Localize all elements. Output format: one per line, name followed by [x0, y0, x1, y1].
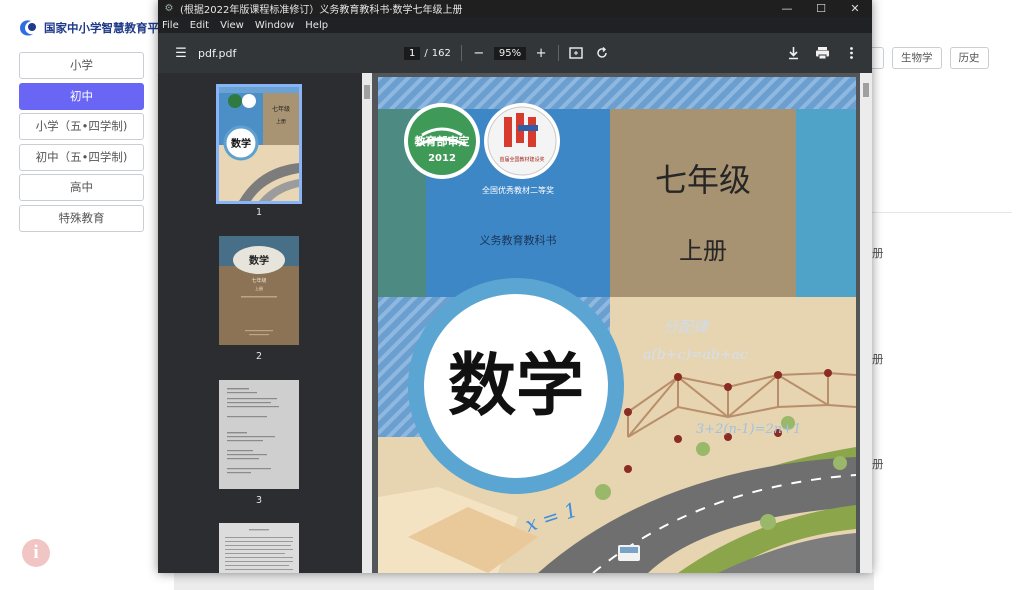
maximize-button[interactable]: ☐ [804, 2, 838, 15]
thumbnail-page-3[interactable]: 3 [219, 380, 299, 506]
zoom-input[interactable]: 95% [493, 46, 527, 60]
window-titlebar[interactable]: ⚙ (根据2022年版课程标准修订）义务教育教科书·数学七年级上册 — ☐ ✕ [158, 0, 872, 17]
stage-junior-54[interactable]: 初中（五•四学制) [19, 143, 144, 171]
thumbnail-page-number: 2 [255, 351, 263, 362]
cover-image: 教育部审定 2012 首届全国教材建设奖 全国优秀教材二等奖 义务教育教科书 七… [378, 77, 856, 573]
book-title-fragment: 册 [872, 457, 884, 471]
thumbnail-image [219, 380, 299, 489]
scrollbar-thumb[interactable] [863, 83, 869, 97]
thumb-subject-text: 数学 [231, 137, 251, 150]
thumbnail-page-2[interactable]: 数学 七年级 上册 2 [219, 236, 299, 362]
platform-logo[interactable]: 国家中小学智慧教育平台 [18, 18, 171, 38]
stage-junior[interactable]: 初中 [19, 82, 144, 110]
thumb-grade-text: 七年级 [272, 105, 290, 113]
zoom-in-button[interactable]: + [534, 46, 548, 61]
thumbnail-page-4[interactable] [219, 523, 299, 573]
cover-award-text: 全国优秀教材二等奖 [482, 185, 554, 195]
print-icon[interactable] [808, 46, 837, 60]
cover-badge-top: 教育部审定 [414, 134, 470, 148]
page-total: 162 [431, 47, 451, 59]
thumbnail-image: 数学 七年级 上册 [219, 236, 299, 345]
pdf-document-area: 教育部审定 2012 首届全国教材建设奖 全国优秀教材二等奖 义务教育教科书 七… [372, 73, 872, 573]
menu-edit[interactable]: Edit [190, 20, 209, 31]
thumbnail-scrollbar[interactable] [362, 73, 372, 573]
stage-primary[interactable]: 小学 [19, 52, 144, 79]
page-number-input[interactable]: 1 [404, 46, 421, 60]
sidebar-menu-icon[interactable]: ☰ [168, 46, 194, 61]
fit-page-icon[interactable] [569, 46, 583, 60]
divider [872, 212, 1012, 213]
book-title-fragment: 册 [872, 352, 884, 366]
cover-handwriting: 分配律 [663, 318, 710, 336]
scrollbar-thumb[interactable] [364, 85, 370, 99]
cover-grade-text: 七年级 [655, 161, 751, 199]
cover-badge-year: 2012 [428, 153, 456, 164]
stage-sidebar: 小学 初中 小学（五•四学制) 初中（五•四学制) 高中 特殊教育 [19, 52, 144, 235]
cover-handwriting: a(b+c)=ab+ac [643, 347, 748, 363]
thumbnail-panel: 数学 七年级 上册 1 数学 七年级 上册 2 3 [158, 73, 362, 573]
thumbnail-image: 数学 七年级 上册 [216, 84, 302, 204]
page-separator: / [424, 47, 428, 59]
menu-view[interactable]: View [220, 20, 244, 31]
toolbar-separator [460, 45, 462, 61]
toolbar-separator [558, 45, 560, 61]
subject-biology[interactable]: 生物学 [892, 47, 942, 69]
thumb-grade-text: 七年级 [251, 277, 266, 284]
subject-button-partial[interactable] [872, 47, 884, 69]
logo-mark-icon [20, 20, 36, 36]
download-icon[interactable] [779, 46, 808, 60]
cover-handwriting: 3+2(n-1)=2n+1 [696, 422, 801, 437]
thumb-volume-text: 上册 [276, 118, 286, 125]
zoom-out-button[interactable]: − [472, 46, 486, 61]
page-controls: 1 / 162 − 95% + [404, 33, 609, 73]
info-icon[interactable]: i [22, 539, 50, 567]
cover-volume-text: 上册 [679, 237, 727, 265]
document-name: pdf.pdf [198, 46, 237, 60]
thumbnail-page-number: 1 [255, 207, 263, 218]
thumbnail-page-1[interactable]: 数学 七年级 上册 1 [216, 84, 302, 218]
platform-logo-text: 国家中小学智慧教育平台 [44, 21, 171, 35]
rotate-icon[interactable] [595, 46, 609, 60]
window-title: (根据2022年版课程标准修订）义务教育教科书·数学七年级上册 [180, 5, 463, 16]
subject-filter: 生物学 历史 [872, 47, 989, 69]
pdf-toolbar: ☰ pdf.pdf 1 / 162 − 95% + [158, 33, 872, 73]
pdf-viewer-window: ⚙ (根据2022年版课程标准修订）义务教育教科书·数学七年级上册 — ☐ ✕ … [158, 0, 872, 573]
cover-series-text: 义务教育教科书 [480, 233, 557, 247]
cover-award-badge-text: 首届全国教材建设奖 [499, 156, 544, 163]
stage-primary-54[interactable]: 小学（五•四学制) [19, 113, 144, 140]
more-options-icon[interactable] [837, 46, 866, 60]
book-title-fragment: 册 [872, 246, 884, 260]
thumbnail-page-number: 3 [255, 495, 263, 506]
thumb-subject-text: 数学 [249, 254, 269, 267]
document-scrollbar[interactable] [860, 73, 872, 573]
cover-subject-title: 数学 [448, 346, 584, 426]
menu-file[interactable]: File [162, 20, 179, 31]
minimize-button[interactable]: — [770, 2, 804, 15]
page-footer-strip [174, 572, 874, 590]
menu-window[interactable]: Window [255, 20, 294, 31]
thumbnail-image [219, 523, 299, 573]
pdf-page-1: 教育部审定 2012 首届全国教材建设奖 全国优秀教材二等奖 义务教育教科书 七… [378, 77, 856, 573]
toolbar-actions [779, 33, 866, 73]
app-gear-icon: ⚙ [164, 2, 174, 14]
subject-history[interactable]: 历史 [949, 47, 989, 69]
menu-bar: File Edit View Window Help [158, 17, 872, 33]
thumb-volume-text: 上册 [255, 285, 263, 291]
stage-senior[interactable]: 高中 [19, 174, 144, 201]
menu-help[interactable]: Help [305, 20, 328, 31]
close-button[interactable]: ✕ [838, 2, 872, 15]
stage-special[interactable]: 特殊教育 [19, 204, 144, 232]
